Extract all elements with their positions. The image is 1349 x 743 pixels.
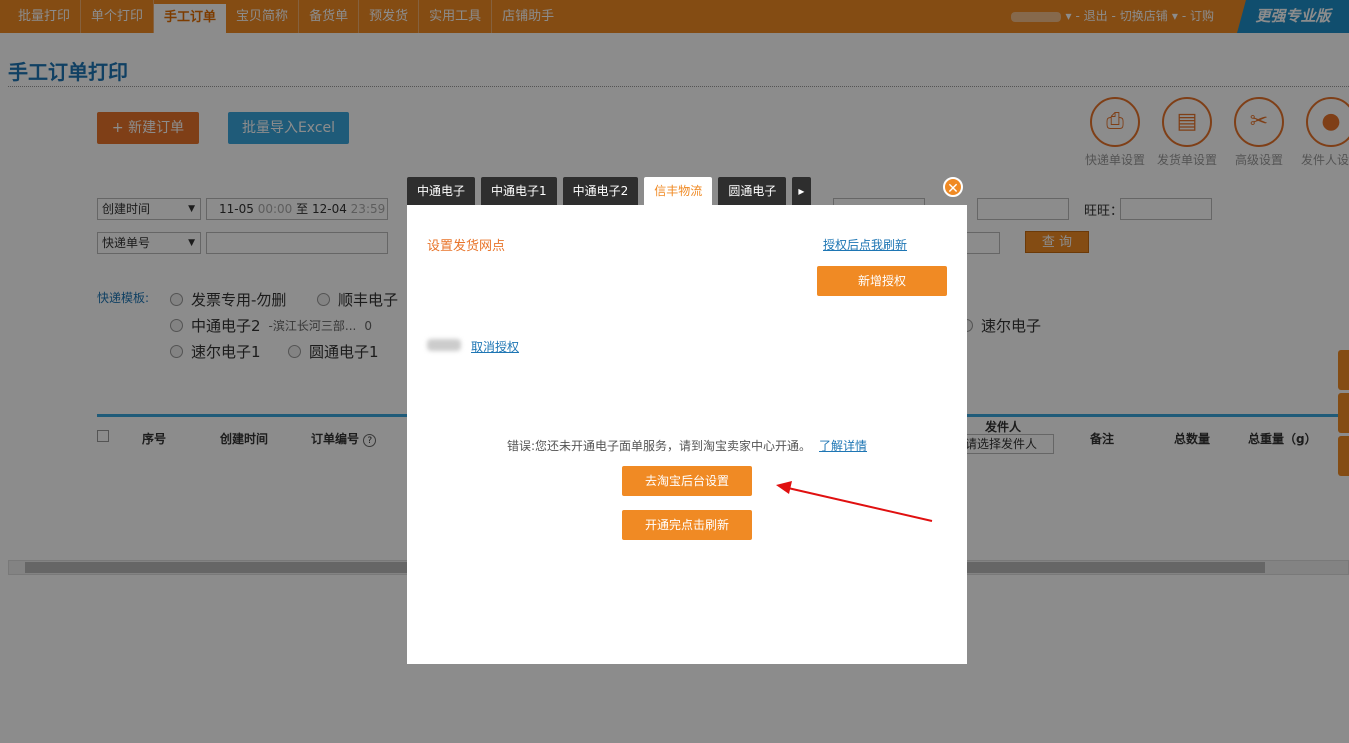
tab-zto[interactable]: 中通电子	[407, 177, 476, 205]
dialog-title: 设置发货网点	[427, 239, 506, 254]
goto-taobao-button[interactable]: 去淘宝后台设置	[622, 466, 752, 496]
dialog-tabs: 中通电子 中通电子1 中通电子2 信丰物流 圆通电子 ▸	[407, 177, 812, 205]
refresh-after-open-button[interactable]: 开通完点击刷新	[622, 510, 752, 540]
learn-more-link[interactable]: 了解详情	[819, 437, 867, 454]
cancel-auth-link[interactable]: 取消授权	[471, 338, 519, 355]
tab-zto-1[interactable]: 中通电子1	[481, 177, 557, 205]
shop-name-blurred	[427, 339, 461, 351]
tab-xinfeng[interactable]: 信丰物流	[644, 177, 713, 205]
annotation-arrow-icon	[776, 481, 933, 522]
auth-dialog: 设置发货网点 授权后点我刷新 新增授权 取消授权 错误:您还未开通电子面单服务，…	[407, 205, 967, 664]
tab-zto-2[interactable]: 中通电子2	[562, 177, 639, 205]
tabs-next-icon[interactable]: ▸	[792, 177, 812, 205]
error-message: 错误:您还未开通电子面单服务，请到淘宝卖家中心开通。	[507, 439, 812, 453]
close-icon[interactable]: ✕	[943, 177, 963, 197]
refresh-after-auth-link[interactable]: 授权后点我刷新	[823, 236, 907, 253]
tab-yto[interactable]: 圆通电子	[718, 177, 787, 205]
add-auth-button[interactable]: 新增授权	[817, 266, 947, 296]
